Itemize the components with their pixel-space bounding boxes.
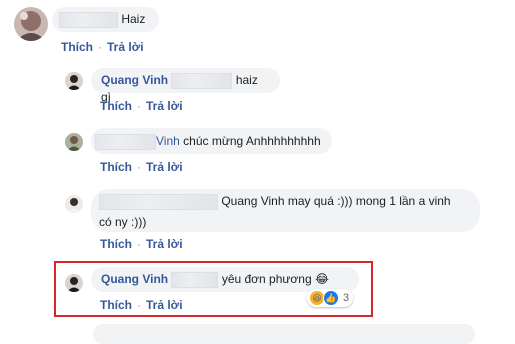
comment-text-continued: có ny :))) (99, 214, 147, 229)
like-link[interactable]: Thích (61, 40, 93, 54)
comment-text: chúc mừng Anhhhhhhhhh (183, 134, 321, 148)
comment-text: Quang Vinh may quá :))) mong 1 lần a vin… (221, 194, 451, 208)
avatar[interactable] (65, 274, 83, 292)
reply-link[interactable]: Trả lời (146, 298, 183, 312)
comment-author[interactable]: Quang Vinh (101, 73, 168, 87)
like-link[interactable]: Thích (100, 237, 132, 251)
comment-author[interactable]: Vinh (156, 134, 180, 148)
like-icon: 👍 (323, 290, 339, 306)
avatar[interactable] (65, 133, 83, 151)
laughing-emoji-icon: 😂 (315, 272, 330, 286)
avatar-image (65, 195, 83, 213)
redacted-name (95, 133, 156, 150)
avatar-image (14, 7, 48, 41)
avatar[interactable] (14, 7, 48, 41)
comment-actions: Thích · Trả lời (100, 237, 183, 251)
redacted-name (99, 193, 218, 210)
comment-author[interactable]: Quang Vinh (101, 272, 168, 286)
comment-actions: Thích · Trả lời (100, 160, 183, 174)
like-link[interactable]: Thích (100, 160, 132, 174)
redacted-name (171, 271, 219, 288)
comment-text: yêu đơn phương (221, 272, 312, 286)
like-link[interactable]: Thích (100, 298, 132, 312)
reply-link[interactable]: Trả lời (107, 40, 144, 54)
redacted-name (59, 11, 118, 28)
comment-bubble: Haiz (52, 7, 159, 32)
reaction-count: 3 (343, 292, 350, 304)
comment-text: Haiz (121, 12, 146, 26)
comment-actions: Thích · Trả lời (100, 298, 183, 312)
avatar[interactable] (65, 72, 83, 90)
reply-link[interactable]: Trả lời (146, 160, 183, 174)
avatar-image (65, 133, 83, 151)
reaction-summary[interactable]: 😆 👍 3 (307, 289, 354, 307)
like-link[interactable]: Thích (100, 99, 132, 113)
reply-link[interactable]: Trả lời (146, 237, 183, 251)
comment-bubble: Quang Vinh may quá :))) mong 1 lần a vin… (91, 189, 480, 232)
avatar-image (65, 72, 83, 90)
redacted-name (171, 72, 233, 89)
avatar[interactable] (65, 195, 83, 213)
comment-bubble: Quang Vinh haiz gì (91, 68, 280, 104)
comment-actions: Thích · Trả lời (100, 99, 183, 113)
avatar-image (65, 274, 83, 292)
comment-bubble-partial (93, 324, 475, 344)
comment-bubble: Vinh chúc mừng Anhhhhhhhhh (91, 128, 332, 154)
reply-link[interactable]: Trả lời (146, 99, 183, 113)
comment-actions: Thích · Trả lời (61, 40, 144, 54)
